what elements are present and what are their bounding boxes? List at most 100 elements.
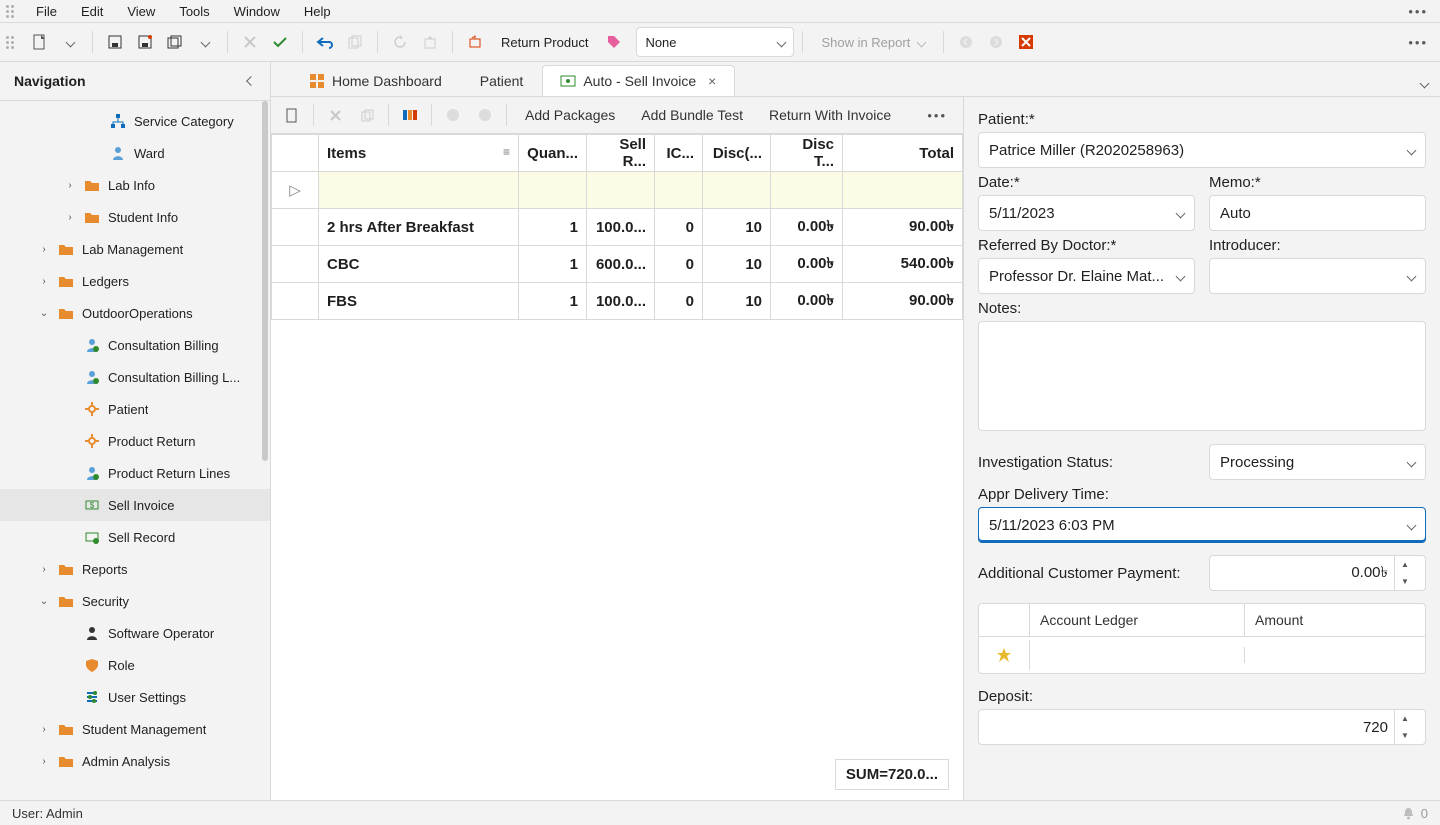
tab-close-button[interactable]: × <box>708 74 716 88</box>
cell-rate[interactable]: 600.0... <box>587 246 655 283</box>
col-disc-pct[interactable]: Disc(... <box>703 135 771 172</box>
nav-item-consultation-billing[interactable]: Consultation Billing <box>0 329 270 361</box>
introducer-select[interactable] <box>1209 258 1426 294</box>
col-sell-rate[interactable]: Sell R... <box>587 135 655 172</box>
menu-file[interactable]: File <box>24 2 69 21</box>
invoice-items-grid[interactable]: Items≡ Quan... Sell R... IC... Disc(... … <box>271 134 963 800</box>
cell-qty[interactable]: 1 <box>519 246 587 283</box>
cell-disc-pct[interactable]: 10 <box>703 283 771 320</box>
cell-disc-pct[interactable]: 10 <box>703 246 771 283</box>
referred-by-select[interactable]: Professor Dr. Elaine Mat... <box>978 258 1195 294</box>
col-quantity[interactable]: Quan... <box>519 135 587 172</box>
save-dropdown[interactable] <box>191 28 219 56</box>
cancel-edit-button[interactable] <box>236 28 264 56</box>
nav-item-sell-invoice[interactable]: $Sell Invoice <box>0 489 270 521</box>
nav-item-sell-record[interactable]: Sell Record <box>0 521 270 553</box>
cell-disc-pct[interactable]: 10 <box>703 209 771 246</box>
return-product-button[interactable]: Return Product <box>491 28 598 56</box>
notes-textarea[interactable] <box>978 321 1426 431</box>
tabbar-expand-button[interactable] <box>1409 69 1440 96</box>
memo-input[interactable]: Auto <box>1209 195 1426 231</box>
redo-button[interactable] <box>341 28 369 56</box>
toolbar-overflow-button[interactable]: ••• <box>1402 33 1434 52</box>
col-ic[interactable]: IC... <box>655 135 703 172</box>
menu-help[interactable]: Help <box>292 2 343 21</box>
cell-rate[interactable]: 100.0... <box>587 283 655 320</box>
nav-item-patient[interactable]: Patient <box>0 393 270 425</box>
grid-toolbar-overflow[interactable]: ••• <box>917 108 957 123</box>
col-disc-taka[interactable]: Disc T... <box>771 135 843 172</box>
column-chooser-button[interactable] <box>395 100 425 130</box>
nav-item-product-return[interactable]: Product Return <box>0 425 270 457</box>
nav-item-student-info[interactable]: ›Student Info <box>0 201 270 233</box>
menu-window[interactable]: Window <box>222 2 292 21</box>
nav-item-reports[interactable]: ›Reports <box>0 553 270 585</box>
expander-closed-icon[interactable]: › <box>38 756 50 767</box>
save-star-button[interactable] <box>131 28 159 56</box>
tab-sell-invoice[interactable]: Auto - Sell Invoice × <box>542 65 735 96</box>
tab-home-dashboard[interactable]: Home Dashboard <box>291 65 461 96</box>
menu-view[interactable]: View <box>115 2 167 21</box>
date-input[interactable]: 5/11/2023 <box>978 195 1195 231</box>
next-record-button[interactable] <box>470 100 500 130</box>
export-button[interactable] <box>416 28 444 56</box>
deposit-input[interactable]: 720 ▲▼ <box>978 709 1426 745</box>
cell-qty[interactable]: 1 <box>519 209 587 246</box>
collapse-nav-button[interactable] <box>245 78 261 85</box>
nav-item-user-settings[interactable]: User Settings <box>0 681 270 713</box>
return-with-invoice-button[interactable]: Return With Invoice <box>757 107 903 123</box>
nav-item-ward[interactable]: Ward <box>0 137 270 169</box>
scrollbar[interactable] <box>262 101 268 461</box>
expander-closed-icon[interactable]: › <box>38 276 50 287</box>
add-bundle-test-button[interactable]: Add Bundle Test <box>629 107 755 123</box>
cell-ic[interactable]: 0 <box>655 283 703 320</box>
nav-item-software-operator[interactable]: Software Operator <box>0 617 270 649</box>
cell-item[interactable]: CBC <box>319 246 519 283</box>
expander-open-icon[interactable]: ⌄ <box>38 308 50 319</box>
nav-item-service-category[interactable]: Service Category <box>0 105 270 137</box>
delivery-time-input[interactable]: 5/11/2023 6:03 PM <box>978 507 1426 543</box>
nav-item-ledgers[interactable]: ›Ledgers <box>0 265 270 297</box>
table-row[interactable]: 2 hrs After Breakfast1100.0...0100.00৳90… <box>272 209 963 246</box>
tab-patient[interactable]: Patient <box>461 65 543 96</box>
cell-rate[interactable]: 100.0... <box>587 209 655 246</box>
tag-button[interactable] <box>600 28 628 56</box>
menu-edit[interactable]: Edit <box>69 2 115 21</box>
new-row[interactable]: ▷ <box>272 172 963 209</box>
cell-qty[interactable]: 1 <box>519 283 587 320</box>
expander-closed-icon[interactable]: › <box>64 180 76 191</box>
undo-button[interactable] <box>311 28 339 56</box>
nav-item-security[interactable]: ⌄Security <box>0 585 270 617</box>
menubar-overflow-button[interactable]: ••• <box>1402 2 1434 21</box>
cell-disc-taka[interactable]: 0.00৳ <box>771 283 843 320</box>
save-button[interactable] <box>101 28 129 56</box>
add-packages-button[interactable]: Add Packages <box>513 107 627 123</box>
nav-item-role[interactable]: Role <box>0 649 270 681</box>
menu-tools[interactable]: Tools <box>167 2 221 21</box>
spin-buttons[interactable]: ▲▼ <box>1394 556 1415 590</box>
cell-item[interactable]: FBS <box>319 283 519 320</box>
cell-total[interactable]: 540.00৳ <box>843 246 963 283</box>
nav-item-student-management[interactable]: ›Student Management <box>0 713 270 745</box>
cell-disc-taka[interactable]: 0.00৳ <box>771 246 843 283</box>
bell-icon[interactable] <box>1402 807 1415 820</box>
nav-item-product-return-lines[interactable]: Product Return Lines <box>0 457 270 489</box>
confirm-edit-button[interactable] <box>266 28 294 56</box>
ledger-new-row[interactable] <box>979 637 1425 673</box>
cell-total[interactable]: 90.00৳ <box>843 283 963 320</box>
nav-item-lab-info[interactable]: ›Lab Info <box>0 169 270 201</box>
copy-row-button[interactable] <box>352 100 382 130</box>
new-doc-button[interactable] <box>26 28 54 56</box>
expander-closed-icon[interactable]: › <box>38 724 50 735</box>
expander-closed-icon[interactable]: › <box>64 212 76 223</box>
expander-closed-icon[interactable]: › <box>38 244 50 255</box>
table-row[interactable]: CBC1600.0...0100.00৳540.00৳ <box>272 246 963 283</box>
nav-item-lab-management[interactable]: ›Lab Management <box>0 233 270 265</box>
expander-closed-icon[interactable]: › <box>38 564 50 575</box>
additional-payment-input[interactable]: 0.00৳ ▲▼ <box>1209 555 1426 591</box>
toolbar-select[interactable]: None <box>636 27 794 57</box>
return-product-icon-button[interactable] <box>461 28 489 56</box>
col-items[interactable]: Items≡ <box>319 135 519 172</box>
nav-next-button[interactable] <box>982 28 1010 56</box>
nav-item-consultation-billing-l[interactable]: Consultation Billing L... <box>0 361 270 393</box>
